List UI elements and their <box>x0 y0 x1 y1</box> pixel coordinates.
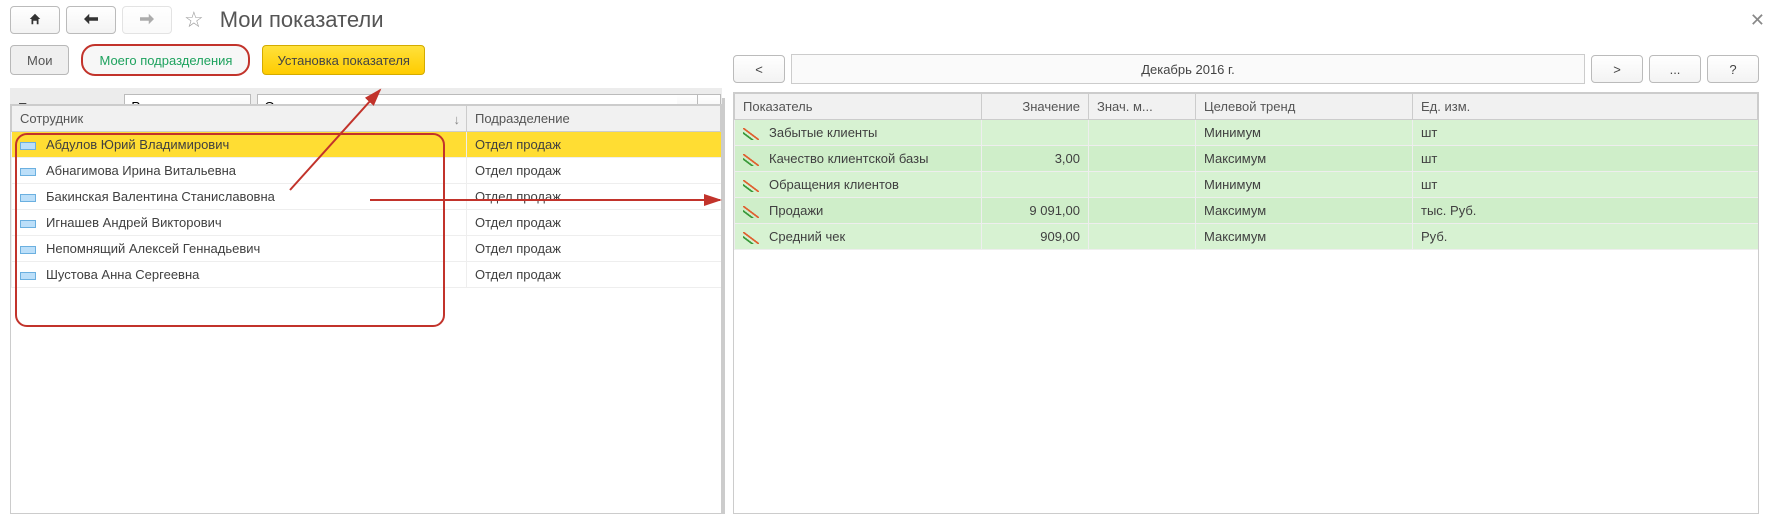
employee-icon <box>20 168 36 176</box>
home-button[interactable] <box>10 6 60 34</box>
table-row[interactable]: Непомнящий Алексей ГеннадьевичОтдел прод… <box>12 236 721 262</box>
forward-button[interactable] <box>122 6 172 34</box>
table-row[interactable]: Забытые клиентыМинимумшт <box>735 120 1758 146</box>
table-row[interactable]: Абнагимова Ирина ВитальевнаОтдел продаж <box>12 158 721 184</box>
table-row[interactable]: Средний чек909,00МаксимумРуб. <box>735 224 1758 250</box>
employee-icon <box>20 272 36 280</box>
tab-my-department[interactable]: Моего подразделения <box>81 44 250 76</box>
employees-panel: Сотрудник ↓ Подразделение Абдулов Юрий В… <box>10 98 725 514</box>
col-indicator[interactable]: Показатель <box>735 94 982 120</box>
period-next-button[interactable]: > <box>1591 55 1643 83</box>
table-row[interactable]: Обращения клиентовМинимумшт <box>735 172 1758 198</box>
table-row[interactable]: Абдулов Юрий ВладимировичОтдел продаж <box>12 132 721 158</box>
period-row: < Декабрь 2016 г. > ... ? <box>733 54 1759 92</box>
back-button[interactable] <box>66 6 116 34</box>
col-value[interactable]: Значение <box>982 94 1089 120</box>
indicators-table: Показатель Значение Знач. м... Целевой т… <box>734 93 1758 250</box>
tab-my-label: Мои <box>27 53 52 68</box>
table-row[interactable]: Качество клиентской базы3,00Максимумшт <box>735 146 1758 172</box>
col-employee[interactable]: Сотрудник ↓ <box>12 106 467 132</box>
home-icon <box>28 12 42 29</box>
table-row[interactable]: Игнашев Андрей ВикторовичОтдел продаж <box>12 210 721 236</box>
top-toolbar: ☆ Мои показатели <box>0 0 1779 40</box>
employee-icon <box>20 220 36 228</box>
indicators-table-wrap: Показатель Значение Знач. м... Целевой т… <box>733 92 1759 514</box>
employees-table-wrap: Сотрудник ↓ Подразделение Абдулов Юрий В… <box>10 104 722 514</box>
col-value-m[interactable]: Знач. м... <box>1089 94 1196 120</box>
tab-my[interactable]: Мои <box>10 45 69 75</box>
help-button[interactable]: ? <box>1707 55 1759 83</box>
set-indicator-label: Установка показателя <box>277 53 410 68</box>
tab-my-department-label: Моего подразделения <box>99 53 232 68</box>
period-label[interactable]: Декабрь 2016 г. <box>791 54 1585 84</box>
table-row[interactable]: Продажи9 091,00Максимумтыс. Руб. <box>735 198 1758 224</box>
table-row[interactable]: Шустова Анна СергеевнаОтдел продаж <box>12 262 721 288</box>
set-indicator-button[interactable]: Установка показателя <box>262 45 425 75</box>
table-row[interactable]: Бакинская Валентина СтаниславовнаОтдел п… <box>12 184 721 210</box>
favorite-star-icon[interactable]: ☆ <box>178 7 210 33</box>
chart-icon <box>743 154 759 166</box>
col-department[interactable]: Подразделение <box>467 106 721 132</box>
page-title: Мои показатели <box>220 7 384 33</box>
employee-icon <box>20 246 36 254</box>
col-trend[interactable]: Целевой тренд <box>1196 94 1413 120</box>
chart-icon <box>743 206 759 218</box>
employees-table: Сотрудник ↓ Подразделение Абдулов Юрий В… <box>11 105 721 288</box>
close-icon[interactable]: ✕ <box>1750 10 1765 31</box>
period-more-button[interactable]: ... <box>1649 55 1701 83</box>
arrow-right-icon <box>140 13 154 28</box>
employee-icon <box>20 194 36 202</box>
period-prev-button[interactable]: < <box>733 55 785 83</box>
col-unit[interactable]: Ед. изм. <box>1413 94 1758 120</box>
chart-icon <box>743 128 759 140</box>
employee-icon <box>20 142 36 150</box>
chart-icon <box>743 180 759 192</box>
indicators-panel: < Декабрь 2016 г. > ... ? <box>725 98 1759 514</box>
sort-asc-icon: ↓ <box>454 112 461 127</box>
arrow-left-icon <box>84 13 98 28</box>
chart-icon <box>743 232 759 244</box>
